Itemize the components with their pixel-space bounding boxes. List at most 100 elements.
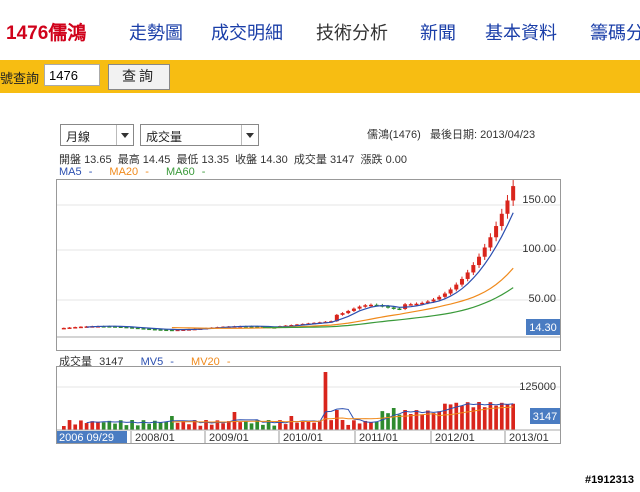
volume-bar [295,422,299,430]
period-select[interactable]: 月線 [60,124,134,146]
time-tick-label: 2012/01 [435,432,475,443]
candle-body [488,237,493,248]
time-tick-label: 2011/01 [359,432,398,443]
high-label: 最高 [117,154,140,166]
tab-technical-analysis[interactable]: 技術分析 [316,19,388,45]
price-chart: 150.00 100.00 50.00 14.30 [56,179,561,351]
volume-bar [238,422,242,430]
candle-body [477,256,482,266]
candle-body [505,200,510,214]
volume-bar [346,424,351,430]
ma5-line [86,212,514,331]
candle-body [431,299,436,302]
volume-bar [443,403,447,430]
current-price-label: 14.30 [529,322,557,334]
candle-body [357,306,362,309]
volume-bar [198,425,203,430]
tab-trade-details[interactable]: 成交明細 [211,19,283,45]
volume-bar [369,422,373,430]
volume-bar [170,416,174,430]
ma5-legend: MA5 - [59,166,93,178]
volume-bar [141,420,146,430]
volume-bar [465,402,470,430]
candle-body [61,327,66,330]
candle-body [494,226,499,238]
high-value: 14.45 [142,154,171,166]
volume-bar [62,426,66,430]
volume-bar [158,422,163,430]
chart-header: 儒鴻(1476) 最後日期: 2013/04/23 [367,126,535,142]
volume-bar [386,413,390,430]
stock-title: 1476儒鴻 [6,23,87,44]
ma-legend: MA5 - MA20 - MA60 - [59,166,213,178]
last-date-label: 最後日期: [429,129,478,141]
volume-bar [414,410,419,430]
volume-bar [340,420,345,430]
price-tick-label: 100.00 [522,243,556,255]
volume-bar [101,422,106,430]
volume-bar [431,412,436,430]
volume-bar [391,408,396,430]
ma20-legend: MA20 - [109,166,149,178]
tab-chips[interactable]: 籌碼分 [590,19,640,45]
start-date-label: 2006 09/29 [59,432,114,443]
candle-body [363,305,368,307]
volume-bar [335,410,339,430]
current-volume-label: 3147 [533,411,557,423]
candle-body [391,307,396,309]
volume-label: 成交量 [293,154,327,166]
close-label: 收盤 [235,154,258,166]
stock-code-input[interactable] [44,64,100,86]
candle-body [482,247,487,257]
candle-body [67,327,72,329]
query-button[interactable]: 查詢 [108,64,170,90]
volume-bar [426,410,430,430]
volume-bar [300,421,305,430]
query-bar: 號查詢 查詢 [0,60,640,93]
last-date-value: 2013/04/23 [480,129,536,141]
volume-bar [73,424,78,430]
volume-bar [323,372,328,430]
volume-chart: 125000 3147 2006 09/29 2008/01 2009/01 2010/0… [56,366,561,444]
candle-body [368,304,373,307]
stock-name: 儒鴻(1476) [367,129,421,141]
candle-body [78,326,83,329]
volume-bars: 125000 3147 2006 09/29 2008/01 2009/01 2010/0… [57,372,560,444]
candle-body [471,265,476,273]
volume-value: 3147 [329,154,355,166]
volume-bar [511,403,515,430]
candle-body [73,327,78,329]
candle-body [499,213,504,227]
volume-bar [488,402,493,430]
volume-bar [244,420,248,430]
indicator-select[interactable]: 成交量 [140,124,259,146]
volume-bar [124,425,129,430]
time-tick-label: 2010/01 [283,432,323,443]
candle-body [465,272,470,279]
candle-body [437,296,442,300]
candle-body [414,303,419,306]
change-label: 漲跌 [360,154,383,166]
volume-bar [272,425,277,430]
tab-news[interactable]: 新聞 [420,19,456,45]
volume-bar [352,420,356,430]
tab-basic-info[interactable]: 基本資料 [485,19,557,45]
volume-bar [329,420,333,430]
candle-body [459,278,464,285]
volume-bar [175,422,180,430]
candle-body [408,304,413,306]
tab-trend[interactable]: 走勢圖 [129,19,183,45]
price-tick-label: 150.00 [522,194,556,206]
volume-bar [482,407,487,430]
volume-bar [187,424,191,430]
candlestick-chart: 150.00 100.00 50.00 14.30 [57,180,560,338]
chevron-down-icon [241,125,258,145]
chevron-down-icon [116,125,133,145]
volume-bar [113,423,117,430]
volume-bar [420,414,424,430]
time-tick-label: 2008/01 [135,432,175,443]
volume-bar [79,420,83,430]
volume-bar [494,405,498,430]
volume-bar [67,420,72,430]
candle-body [340,313,345,315]
